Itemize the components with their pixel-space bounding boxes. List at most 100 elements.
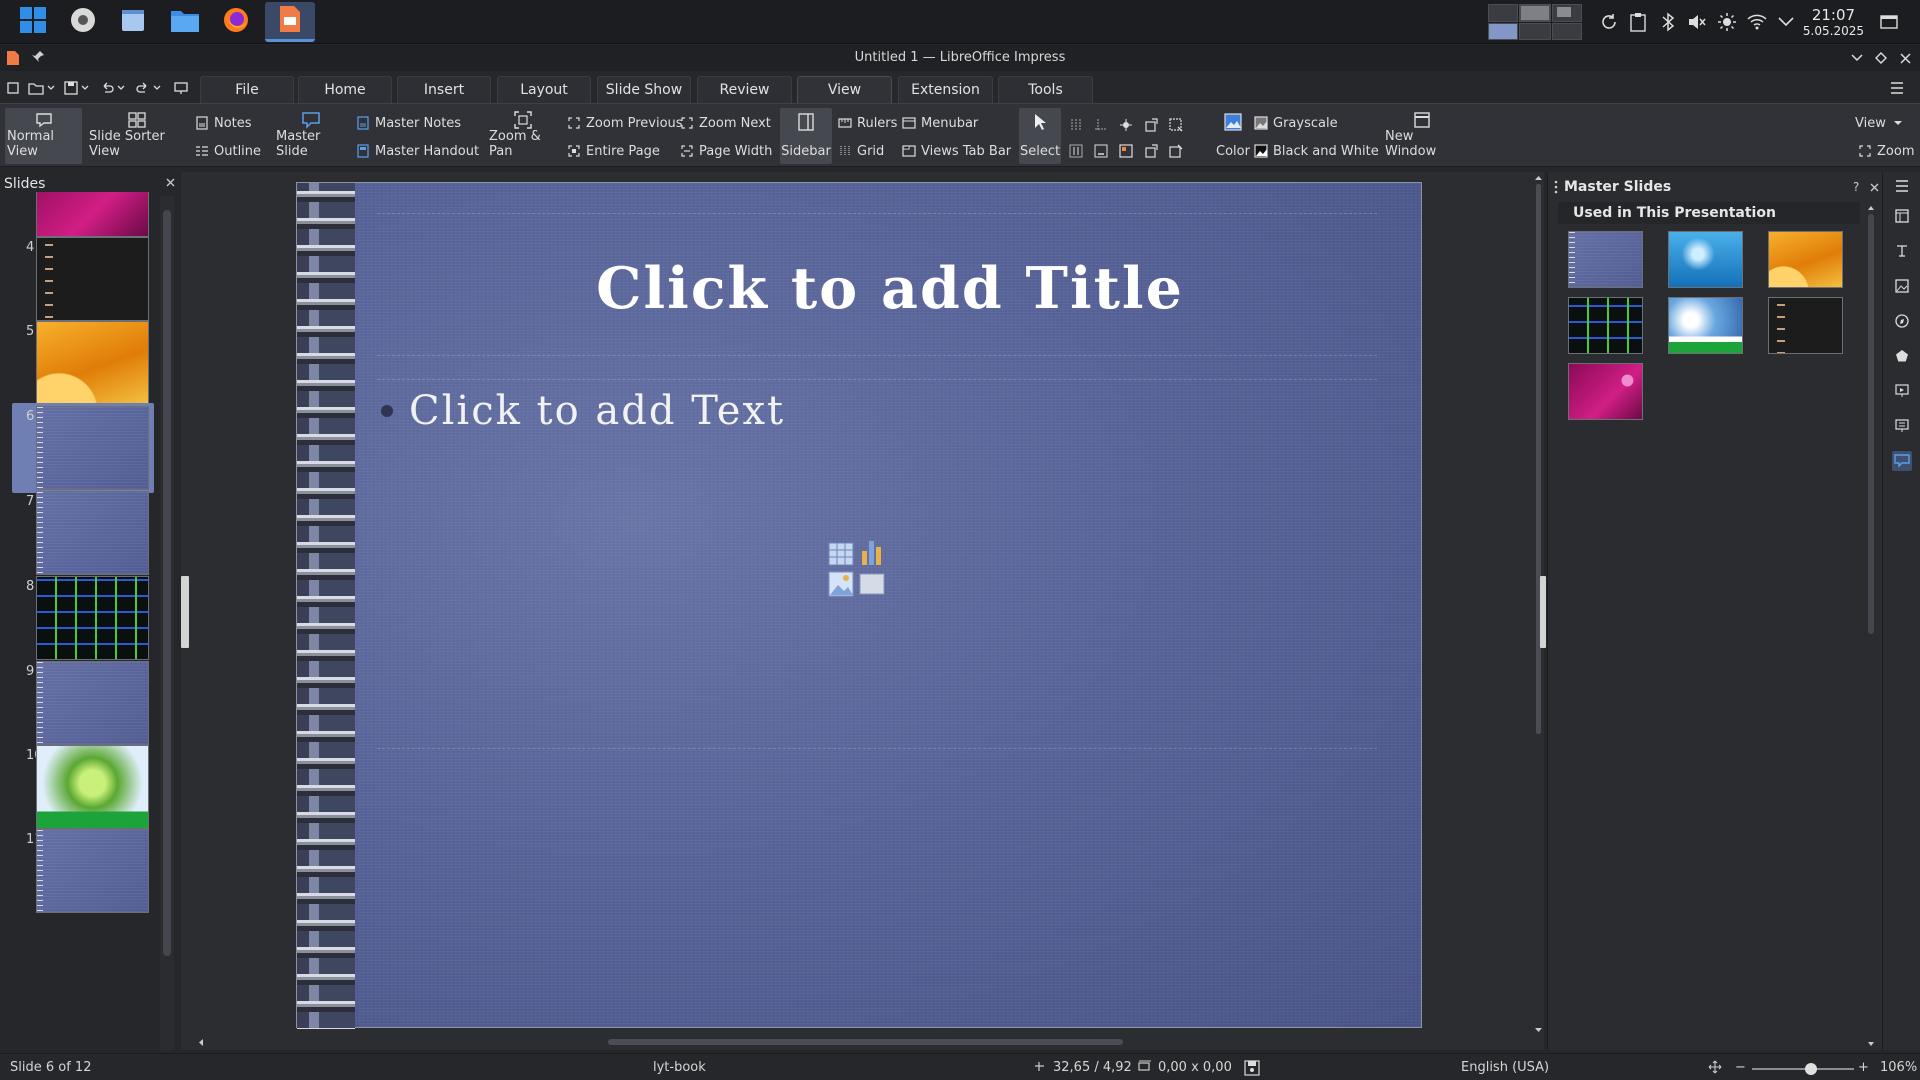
tab-slide-show[interactable]: Slide Show [597,76,691,103]
sidebar-menu-button[interactable] [1892,176,1912,196]
master-slide-thumbnail[interactable] [1668,231,1743,288]
master-handout-button[interactable]: Master Handout [356,141,479,161]
collapse-sidebar-handle[interactable] [1540,576,1546,648]
settings-app-button[interactable] [58,2,108,42]
firefox-app-button[interactable] [211,2,261,42]
fit-to-window-icon[interactable] [1708,1060,1722,1078]
gallery-deck-button[interactable] [1892,276,1912,296]
master-slide-thumbnail[interactable] [1768,231,1843,288]
insert-table-icon[interactable] [828,541,854,567]
zoom-pan-button[interactable]: Zoom & Pan [487,108,559,164]
clipboard-icon[interactable] [1625,0,1651,44]
volume-muted-icon[interactable] [1684,0,1710,44]
new-document-button[interactable] [6,78,20,98]
undo-button[interactable] [100,78,125,98]
snap-border-button[interactable] [1090,140,1112,162]
tab-extension[interactable]: Extension [898,76,993,103]
redo-button[interactable] [136,78,161,98]
zoom-next-button[interactable]: Zoom Next [680,113,771,133]
files-app-button[interactable] [160,2,210,42]
slide-thumbnail[interactable]: 8 [12,573,154,663]
zoom-out-button[interactable]: − [1735,1060,1746,1075]
update-icon[interactable] [1596,0,1622,44]
color-mode-button[interactable]: Color [1210,108,1256,164]
snap-frame-button[interactable] [1165,114,1187,136]
slide-thumbnail[interactable]: 11 [12,826,154,916]
select-button[interactable]: Select [1019,108,1061,164]
slide-thumbnail-list[interactable]: 4 5 6 7 8 9 10 11 [0,192,158,1050]
insert-video-icon[interactable] [859,573,885,599]
zoom-slider-knob[interactable] [1805,1063,1818,1075]
tab-view[interactable]: View [797,76,892,103]
grid-toggle[interactable]: Grid [838,141,884,161]
close-window-button[interactable] [1895,48,1915,68]
snap-lines-button[interactable] [1090,114,1112,136]
slide-thumbnail[interactable]: 10 [12,742,154,832]
collapse-slides-pane-handle[interactable] [181,576,189,648]
bluetooth-icon[interactable] [1655,0,1681,44]
show-desktop-icon[interactable] [1876,0,1902,44]
maximize-button[interactable] [1871,48,1891,68]
tab-tools[interactable]: Tools [998,76,1093,103]
slide-thumbnail[interactable]: 6 [12,403,154,493]
tray-expand-icon[interactable] [1773,0,1799,44]
slide-thumbnail[interactable] [12,192,154,240]
close-slides-pane-button[interactable] [166,176,175,191]
insert-chart-icon[interactable] [859,537,885,565]
master-pages-deck-button-alt[interactable] [1892,416,1912,436]
master-notes-button[interactable]: Master Notes [356,113,461,133]
language-indicator[interactable]: English (USA) [1461,1060,1549,1075]
snap-guides-button[interactable] [1065,114,1087,136]
new-window-button[interactable]: New Window [1383,108,1461,164]
master-slides-deck-button[interactable] [1892,451,1912,471]
sidebar-toggle-button[interactable]: Sidebar [780,108,832,164]
open-button[interactable] [28,78,55,98]
slides-scrollbar[interactable] [160,196,174,1050]
slides-scrollbar-thumb[interactable] [163,210,171,956]
document-modified-icon[interactable] [1244,1060,1260,1080]
tab-file[interactable]: File [200,76,294,103]
master-slide-thumbnail[interactable] [1768,297,1843,354]
canvas-horizontal-scrollbar[interactable] [193,1036,1521,1048]
help-icon[interactable]: ? [1853,180,1859,194]
slide-canvas[interactable]: Click to add Title Click to add Text [296,182,1423,1029]
title-placeholder[interactable]: Click to add Title [357,255,1423,322]
snap-object-button[interactable] [1065,140,1087,162]
start-menu-button[interactable] [8,2,58,42]
navigator-deck-button[interactable] [1892,311,1912,331]
zoom-in-button[interactable]: + [1858,1060,1869,1075]
animation-deck-button[interactable] [1892,381,1912,401]
tab-home[interactable]: Home [298,76,392,103]
wifi-icon[interactable] [1744,0,1770,44]
page-width-button[interactable]: Page Width [680,141,772,161]
menubar-toggle[interactable]: Menubar [902,113,978,133]
close-panel-button[interactable] [1870,181,1879,196]
clock[interactable]: 21:07 5.05.2025 [1803,6,1864,39]
tab-layout[interactable]: Layout [497,76,591,103]
tab-review[interactable]: Review [697,76,792,103]
hamburger-menu-button[interactable] [1890,78,1904,98]
save-button[interactable] [64,78,89,98]
tab-insert[interactable]: Insert [397,76,491,103]
zoom-slider[interactable] [1752,1063,1854,1075]
minimize-button[interactable] [1847,48,1867,68]
snap-corner-button[interactable] [1140,140,1162,162]
master-slide-thumbnail[interactable] [1568,231,1643,288]
black-and-white-mode-button[interactable]: Black and White [1254,141,1379,161]
slide-thumbnail[interactable]: 7 [12,488,154,578]
slide-thumbnail[interactable]: 4 [12,234,154,324]
snap-margin-button[interactable] [1140,114,1162,136]
start-slideshow-button[interactable] [174,78,188,98]
insert-image-icon[interactable] [828,571,854,597]
slide-transition-deck-button[interactable] [1892,241,1912,261]
sidebar-scrollbar[interactable] [1865,202,1877,1050]
master-slide-button[interactable]: Master Slide [274,108,348,164]
notes-view-button[interactable]: Notes [195,113,252,133]
views-tab-bar-toggle[interactable]: Views Tab Bar [902,141,1011,161]
master-slide-thumbnail[interactable] [1668,297,1743,354]
slide-thumbnail[interactable]: 9 [12,658,154,748]
body-placeholder[interactable]: Click to add Text [409,388,785,434]
zoom-previous-button[interactable]: Zoom Previous [567,113,683,133]
notes-app-button[interactable] [108,2,158,42]
window-titlebar[interactable]: Untitled 1 — LibreOffice Impress [0,45,1920,71]
